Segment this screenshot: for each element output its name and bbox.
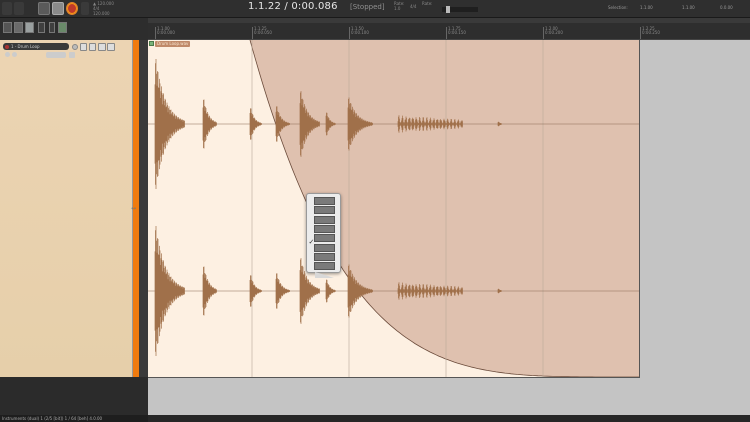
- rewind-button[interactable]: [2, 2, 12, 15]
- fx-button[interactable]: [107, 43, 115, 51]
- ruler-tick: [155, 27, 156, 39]
- waveform: [148, 40, 639, 377]
- ruler-label: 1.1.00 0:00.000: [157, 27, 175, 35]
- automation-mode-button[interactable]: [46, 52, 66, 58]
- rate-display: Rate: 1.0: [394, 1, 405, 11]
- ruler-label: 1.1.50 0:00.100: [351, 27, 369, 35]
- loop-icon[interactable]: [38, 22, 45, 33]
- fade-shape-option-linear[interactable]: [314, 197, 335, 213]
- fade-shape-option-fast-end[interactable]: [314, 215, 335, 232]
- phase-icon[interactable]: [12, 52, 17, 57]
- play-button[interactable]: [38, 2, 50, 15]
- volume-knob[interactable]: [72, 44, 78, 50]
- snap-icon[interactable]: [25, 22, 34, 33]
- timeline-ruler[interactable]: 1.1.00 0:00.000 1.1.25 0:00.050 1.1.50 0:00.1…: [148, 18, 750, 40]
- ruler-label: 1.2.25 0:00.250: [642, 27, 660, 35]
- ruler-tick: [252, 27, 253, 39]
- envelope-icon[interactable]: [5, 52, 10, 57]
- ruler-tick: [640, 27, 641, 39]
- envelope-icon[interactable]: [58, 22, 67, 33]
- transport-bar: ▲ 120.000 4/4 120.000 1.1.22 / 0:00.086 …: [0, 0, 750, 18]
- resize-handle-icon[interactable]: ↔: [131, 205, 136, 212]
- ruler-label: 1.2.00 0:00.200: [545, 27, 563, 35]
- ruler-tick: [446, 27, 447, 39]
- grid-icon[interactable]: [14, 22, 23, 33]
- ruler-time-label: 0:00.100: [351, 30, 369, 35]
- ruler-time-label: 0:00.200: [545, 30, 563, 35]
- fade-shape-option-slow-start-end[interactable]: [314, 224, 335, 241]
- ruler-tick: [543, 27, 544, 39]
- sharp-curve-icon: [315, 272, 334, 279]
- time-signature[interactable]: 4/4: [410, 4, 416, 9]
- item-name: Drum Loop.wav: [155, 41, 191, 47]
- fade-shape-option-s-curve[interactable]: [314, 252, 335, 269]
- selection-end[interactable]: 1.1.00: [682, 5, 695, 10]
- repeat-button[interactable]: [81, 2, 89, 15]
- rate-slider-knob[interactable]: [446, 6, 450, 13]
- forward-button[interactable]: [14, 2, 24, 15]
- ruler-label: 1.1.25 0:00.050: [254, 27, 272, 35]
- fade-shape-option-logarithmic[interactable]: [314, 234, 335, 251]
- toolbar: [0, 18, 148, 40]
- fade-shape-option-exponential[interactable]: [314, 243, 335, 260]
- horizontal-scrollbar[interactable]: [148, 415, 750, 422]
- status-text: Instruments (dual) 1 (2/5 [bit]) 1 / 64 …: [2, 416, 103, 421]
- record-arm-icon[interactable]: [4, 44, 9, 49]
- selection-length[interactable]: 0.0.00: [720, 5, 733, 10]
- mixer-strip: [0, 377, 148, 415]
- selection-label: Selection:: [608, 5, 628, 10]
- play-status: [Stopped]: [350, 3, 385, 11]
- item-lock-icon[interactable]: [149, 41, 154, 46]
- tempo-line: 120.000: [93, 11, 110, 16]
- panel-divider[interactable]: [139, 40, 148, 377]
- rate-label: Rate:: [422, 1, 433, 6]
- time-readout: 1.1.22 / 0:00.086: [248, 1, 338, 12]
- pause-button[interactable]: [52, 2, 64, 15]
- fade-shape-option-sharp[interactable]: [314, 262, 335, 279]
- selection-start[interactable]: 1.1.00: [640, 5, 653, 10]
- track-name: 1 - Drum Loop: [11, 43, 40, 49]
- ruler-label: 1.1.75 0:00.150: [448, 27, 466, 35]
- ruler-tick: [349, 27, 350, 39]
- record-button[interactable]: [66, 2, 78, 15]
- rate-line: 1.0: [394, 6, 401, 11]
- media-item[interactable]: Drum Loop.wav: [148, 40, 640, 377]
- solo-button[interactable]: [89, 43, 96, 51]
- sharp-curve-shape: [315, 272, 334, 279]
- ruler-time-label: 0:00.050: [254, 30, 272, 35]
- tempo-display[interactable]: ▲ 120.000 4/4 120.000: [93, 1, 114, 16]
- track-control-panel[interactable]: 1 - Drum Loop: [0, 40, 133, 377]
- empty-arrange-area[interactable]: [640, 40, 750, 377]
- arrange-view[interactable]: Drum Loop.wav: [148, 40, 750, 417]
- io-button[interactable]: [98, 43, 106, 51]
- mute-button[interactable]: [80, 43, 87, 51]
- new-track-icon[interactable]: [3, 22, 12, 33]
- fade-shape-menu[interactable]: ✓: [306, 193, 341, 279]
- region-bar[interactable]: [148, 18, 750, 23]
- fade-shape-option-fast-start[interactable]: [314, 206, 335, 223]
- item-bottom-edge: [148, 377, 640, 378]
- ruler-time-label: 0:00.000: [157, 30, 175, 35]
- ruler-time-label: 0:00.150: [448, 30, 466, 35]
- lock-icon[interactable]: [49, 22, 55, 33]
- routing-icon[interactable]: [69, 52, 75, 58]
- ruler-time-label: 0:00.250: [642, 30, 660, 35]
